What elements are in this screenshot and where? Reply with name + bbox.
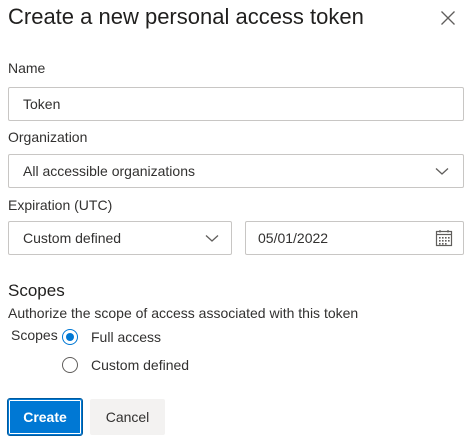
expiration-date-value: 05/01/2022 <box>258 230 329 246</box>
close-icon <box>441 11 455 25</box>
chevron-down-icon <box>205 235 219 242</box>
organization-label: Organization <box>8 129 88 145</box>
scopes-heading: Scopes <box>8 281 65 300</box>
radio-unselected-indicator[interactable] <box>62 357 78 373</box>
scopes-group-label: Scopes <box>11 327 58 343</box>
dialog-title: Create a new personal access token <box>8 4 364 29</box>
expiration-preset-value: Custom defined <box>23 230 122 246</box>
name-label: Name <box>8 60 46 76</box>
name-input-value: Token <box>23 96 61 112</box>
create-button[interactable]: Create <box>7 398 83 436</box>
cancel-button-label: Cancel <box>105 409 150 425</box>
calendar-icon[interactable] <box>435 229 453 247</box>
radio-full-access[interactable]: Full access <box>62 329 161 345</box>
radio-full-access-label: Full access <box>91 329 162 345</box>
organization-selected-value: All accessible organizations <box>23 163 195 179</box>
expiration-date-picker[interactable]: 05/01/2022 <box>245 221 464 255</box>
organization-dropdown[interactable]: All accessible organizations <box>8 154 464 188</box>
cancel-button[interactable]: Cancel <box>90 399 165 435</box>
radio-custom-defined[interactable]: Custom defined <box>62 357 189 373</box>
close-button[interactable] <box>432 2 464 34</box>
create-button-label: Create <box>23 409 67 425</box>
chevron-down-icon <box>435 168 449 175</box>
scopes-description: Authorize the scope of access associated… <box>8 305 359 321</box>
expiration-label: Expiration (UTC) <box>8 197 113 213</box>
radio-selected-indicator[interactable] <box>62 329 78 345</box>
name-input[interactable]: Token <box>8 87 464 121</box>
radio-custom-defined-label: Custom defined <box>91 357 190 373</box>
expiration-preset-dropdown[interactable]: Custom defined <box>8 221 232 255</box>
